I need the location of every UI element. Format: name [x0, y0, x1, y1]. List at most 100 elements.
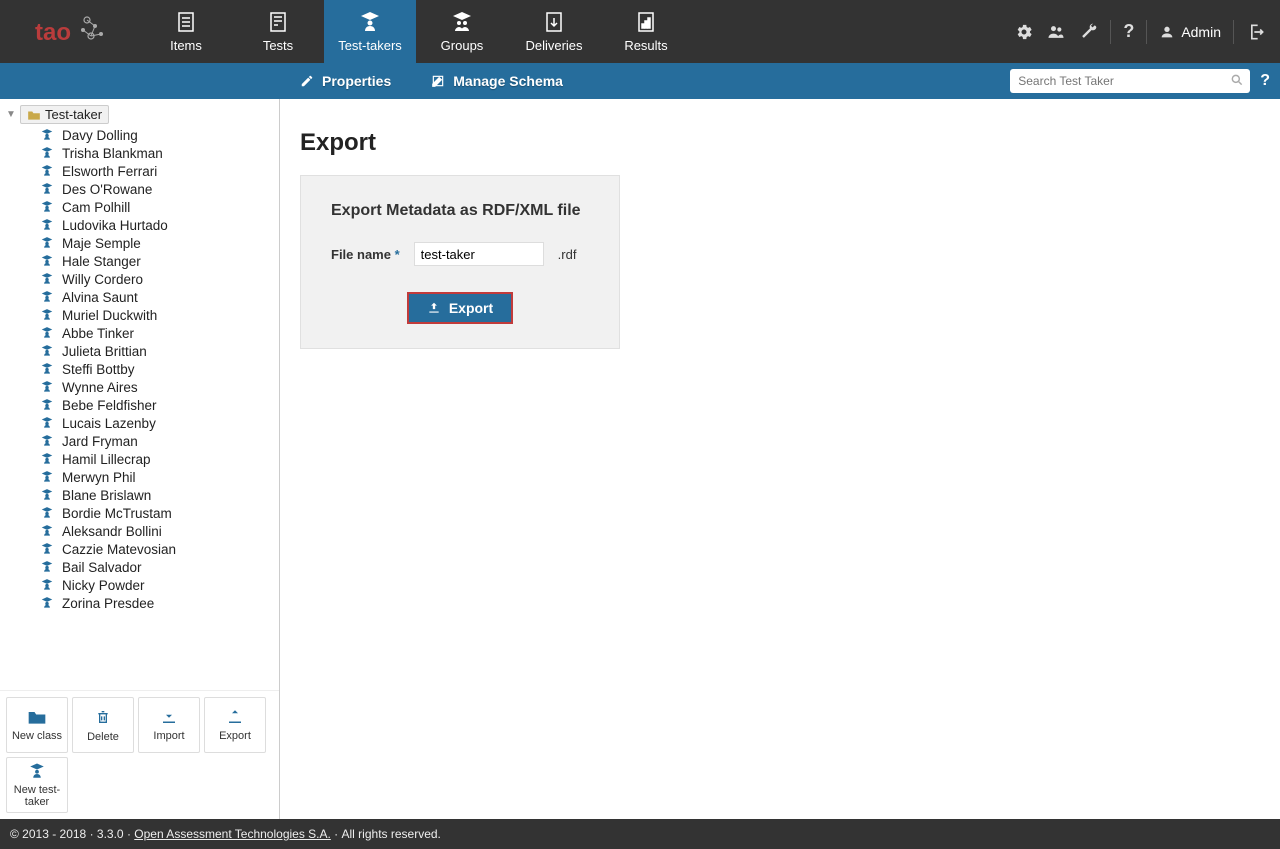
tree-item[interactable]: Aleksandr Bollini	[40, 522, 279, 540]
tree-item[interactable]: Des O'Rowane	[40, 180, 279, 198]
tree-item[interactable]: Lucais Lazenby	[40, 414, 279, 432]
tree-item[interactable]: Willy Cordero	[40, 270, 279, 288]
tree-item[interactable]: Hamil Lillecrap	[40, 450, 279, 468]
action-label: Delete	[87, 731, 119, 743]
action-new-test-taker[interactable]: New test-taker	[6, 757, 68, 813]
filename-label: File name *	[331, 247, 400, 262]
tree-item[interactable]: Cam Polhill	[40, 198, 279, 216]
tree-item[interactable]: Wynne Aires	[40, 378, 279, 396]
folder-icon	[27, 109, 41, 121]
person-icon	[40, 290, 56, 304]
properties-label: Properties	[322, 73, 391, 89]
tree-item[interactable]: Cazzie Matevosian	[40, 540, 279, 558]
tree-item[interactable]: Muriel Duckwith	[40, 306, 279, 324]
tree-item[interactable]: Bebe Feldfisher	[40, 396, 279, 414]
nav-tab-groups[interactable]: Groups	[416, 0, 508, 63]
nav-tab-deliveries[interactable]: Deliveries	[508, 0, 600, 63]
export-panel-title: Export Metadata as RDF/XML file	[331, 202, 589, 220]
tree-item[interactable]: Bail Salvador	[40, 558, 279, 576]
filename-input[interactable]	[414, 242, 544, 266]
tree-item-label: Cam Polhill	[62, 200, 130, 215]
footer-years: © 2013 - 2018	[10, 827, 86, 841]
footer: © 2013 - 2018 · 3.3.0 · Open Assessment …	[0, 819, 1280, 849]
settings-icon[interactable]	[1014, 22, 1034, 42]
tree-item[interactable]: Bordie McTrustam	[40, 504, 279, 522]
person-icon	[40, 218, 56, 232]
tree-item[interactable]: Zorina Presdee	[40, 594, 279, 612]
tree-item[interactable]: Elsworth Ferrari	[40, 162, 279, 180]
subnav-help-icon[interactable]: ?	[1260, 72, 1270, 90]
admin-label: Admin	[1181, 24, 1221, 40]
topbar-right: ? Admin	[1014, 0, 1280, 63]
tree-item[interactable]: Merwyn Phil	[40, 468, 279, 486]
help-icon[interactable]: ?	[1123, 21, 1134, 42]
tree-root[interactable]: ▼ Test-taker	[6, 105, 279, 124]
action-export[interactable]: Export	[204, 697, 266, 753]
search-input[interactable]	[1010, 69, 1250, 93]
person-icon	[40, 416, 56, 430]
action-new-class[interactable]: New class	[6, 697, 68, 753]
tree-item-label: Merwyn Phil	[62, 470, 136, 485]
person-icon	[40, 272, 56, 286]
action-delete[interactable]: Delete	[72, 697, 134, 753]
tree-item[interactable]: Trisha Blankman	[40, 144, 279, 162]
person-icon	[40, 236, 56, 250]
nav-tab-label: Test-takers	[338, 38, 402, 53]
nav-tab-items[interactable]: Items	[140, 0, 232, 63]
tree-item[interactable]: Nicky Powder	[40, 576, 279, 594]
subnav: Properties Manage Schema ?	[0, 63, 1280, 99]
tree-item-label: Aleksandr Bollini	[62, 524, 162, 539]
tree-item[interactable]: Abbe Tinker	[40, 324, 279, 342]
trash-icon	[95, 707, 111, 727]
topbar: tao ItemsTests Test-takers GroupsDeliverie…	[0, 0, 1280, 63]
properties-link[interactable]: Properties	[300, 73, 391, 89]
test-takers-icon	[358, 10, 382, 34]
items-icon	[174, 10, 198, 34]
svg-text:tao: tao	[35, 19, 71, 46]
action-label: New test-taker	[7, 784, 67, 808]
tree-item[interactable]: Davy Dolling	[40, 126, 279, 144]
nav-tabs: ItemsTests Test-takers GroupsDeliveriesRes…	[140, 0, 692, 63]
person-icon	[40, 182, 56, 196]
tree-item-label: Bebe Feldfisher	[62, 398, 157, 413]
wrench-icon[interactable]	[1078, 22, 1098, 42]
tree-item-label: Alvina Saunt	[62, 290, 138, 305]
tree-item[interactable]: Alvina Saunt	[40, 288, 279, 306]
tree-item[interactable]: Steffi Bottby	[40, 360, 279, 378]
person-icon	[40, 398, 56, 412]
search-icon[interactable]	[1230, 73, 1244, 87]
tree-item[interactable]: Julieta Brittian	[40, 342, 279, 360]
nav-tab-tests[interactable]: Tests	[232, 0, 324, 63]
tree-item-label: Abbe Tinker	[62, 326, 134, 341]
tree-item[interactable]: Jard Fryman	[40, 432, 279, 450]
footer-org-link[interactable]: Open Assessment Technologies S.A.	[134, 827, 331, 841]
person-icon	[40, 254, 56, 268]
tests-icon	[266, 10, 290, 34]
page-title: Export	[300, 129, 1280, 157]
person-icon	[40, 146, 56, 160]
tree-item-label: Maje Semple	[62, 236, 141, 251]
action-import[interactable]: Import	[138, 697, 200, 753]
person-icon	[40, 380, 56, 394]
person-icon	[40, 596, 56, 610]
tree-item[interactable]: Blane Brislawn	[40, 486, 279, 504]
person-icon	[40, 524, 56, 538]
person-icon	[40, 560, 56, 574]
tree-toggle-icon[interactable]: ▼	[6, 109, 16, 120]
users-icon[interactable]	[1046, 22, 1066, 42]
admin-menu[interactable]: Admin	[1159, 24, 1221, 40]
manage-schema-link[interactable]: Manage Schema	[431, 73, 563, 89]
nav-tab-test-takers[interactable]: Test-takers	[324, 0, 416, 63]
tree-item-label: Bail Salvador	[62, 560, 142, 575]
export-icon	[226, 708, 244, 726]
tree-item[interactable]: Hale Stanger	[40, 252, 279, 270]
tree-item[interactable]: Ludovika Hurtado	[40, 216, 279, 234]
tree-item[interactable]: Maje Semple	[40, 234, 279, 252]
logout-icon[interactable]	[1246, 22, 1266, 42]
person-icon	[40, 506, 56, 520]
export-button[interactable]: Export	[407, 292, 513, 324]
tree: ▼ Test-taker Davy DollingTrisha Blankman…	[0, 99, 279, 690]
logo[interactable]: tao	[0, 0, 140, 63]
nav-tab-results[interactable]: Results	[600, 0, 692, 63]
tree-item-label: Muriel Duckwith	[62, 308, 157, 323]
